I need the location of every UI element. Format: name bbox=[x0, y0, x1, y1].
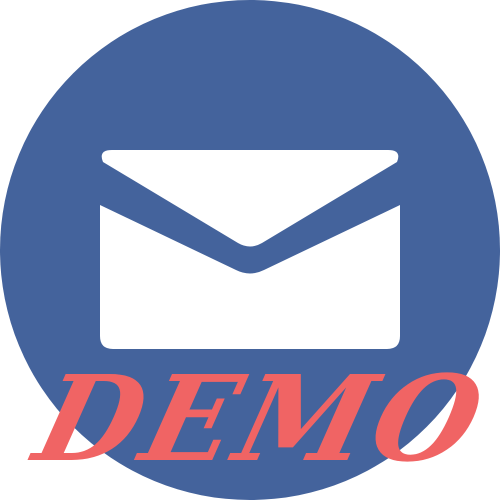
mail-badge: DEMO bbox=[0, 0, 500, 500]
demo-watermark: DEMO bbox=[20, 352, 499, 482]
demo-watermark-text: DEMO bbox=[20, 352, 499, 482]
